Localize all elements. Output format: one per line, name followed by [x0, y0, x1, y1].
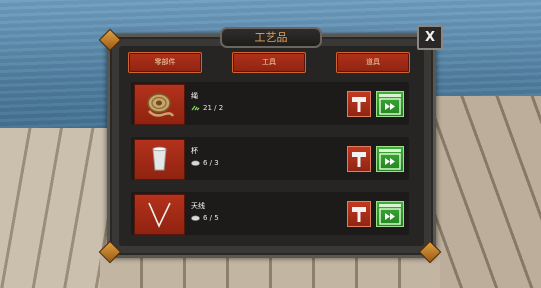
craft-button[interactable] [376, 201, 404, 227]
close-button[interactable]: X [417, 25, 443, 50]
hammer-button[interactable] [347, 91, 371, 117]
hammer-icon [352, 152, 366, 167]
raft-planks-right [428, 96, 541, 288]
item-thumbnail [134, 194, 185, 235]
rope-icon [147, 93, 175, 117]
hammer-button[interactable] [347, 146, 371, 172]
craft-arrow-icon [379, 149, 401, 170]
hammer-button[interactable] [347, 201, 371, 227]
plastic-icon [191, 215, 200, 221]
craft-button[interactable] [376, 91, 404, 117]
item-resource-count: 6 / 3 [191, 159, 219, 167]
plastic-icon [191, 160, 200, 166]
craft-item-row[interactable]: 天线 6 / 5 [131, 192, 409, 235]
hammer-icon [352, 97, 366, 112]
craft-item-row[interactable]: 杯 6 / 3 [131, 137, 409, 180]
item-thumbnail [134, 139, 185, 180]
item-resource-count: 6 / 5 [191, 214, 219, 222]
antenna-icon [148, 202, 171, 228]
item-count-text: 21 / 2 [203, 104, 224, 112]
grass-icon [191, 105, 200, 111]
tab-tools[interactable]: 工具 [232, 52, 306, 73]
cup-icon [152, 146, 167, 171]
item-resource-count: 21 / 2 [191, 104, 223, 112]
item-count-text: 6 / 3 [203, 159, 219, 167]
window-title: 工艺品 [220, 27, 322, 48]
craft-arrow-icon [379, 204, 401, 225]
tab-props[interactable]: 道具 [336, 52, 410, 73]
craft-button[interactable] [376, 146, 404, 172]
craft-item-row[interactable]: 绳 21 / 2 [131, 82, 409, 125]
craft-arrow-icon [379, 94, 401, 115]
tab-parts[interactable]: 零部件 [128, 52, 202, 73]
item-thumbnail [134, 84, 185, 125]
hammer-icon [352, 207, 366, 222]
item-name: 绳 [191, 92, 198, 100]
item-count-text: 6 / 5 [203, 214, 219, 222]
item-name: 杯 [191, 147, 198, 155]
item-name: 天线 [191, 202, 205, 210]
